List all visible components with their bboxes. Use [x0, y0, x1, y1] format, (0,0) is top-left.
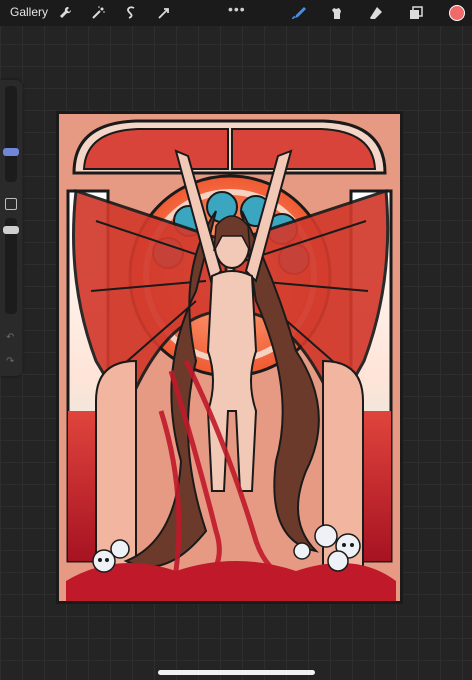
opacity-knob[interactable] [3, 226, 19, 234]
brush-icon[interactable] [289, 4, 307, 22]
magic-wand-icon[interactable] [89, 4, 107, 22]
opacity-slider[interactable] [3, 218, 19, 314]
sidebar: ↶ ↷ [0, 80, 22, 376]
top-toolbar: Gallery ••• [0, 0, 472, 26]
drawing-canvas[interactable] [56, 111, 403, 604]
transform-icon[interactable] [155, 4, 173, 22]
redo-icon[interactable]: ↷ [6, 356, 14, 367]
home-indicator[interactable] [158, 670, 315, 675]
undo-icon[interactable]: ↶ [6, 332, 14, 343]
eraser-icon[interactable] [367, 4, 385, 22]
modify-button[interactable] [5, 198, 17, 210]
more-menu-icon[interactable]: ••• [228, 1, 246, 17]
gallery-button[interactable]: Gallery [10, 5, 48, 19]
brush-size-slider[interactable] [3, 86, 19, 182]
color-swatch[interactable] [449, 5, 465, 21]
wrench-icon[interactable] [56, 4, 74, 22]
brush-size-knob[interactable] [3, 148, 19, 156]
selection-icon[interactable] [122, 4, 140, 22]
smudge-icon[interactable] [327, 4, 345, 22]
layers-icon[interactable] [407, 4, 425, 22]
artwork [56, 111, 403, 604]
